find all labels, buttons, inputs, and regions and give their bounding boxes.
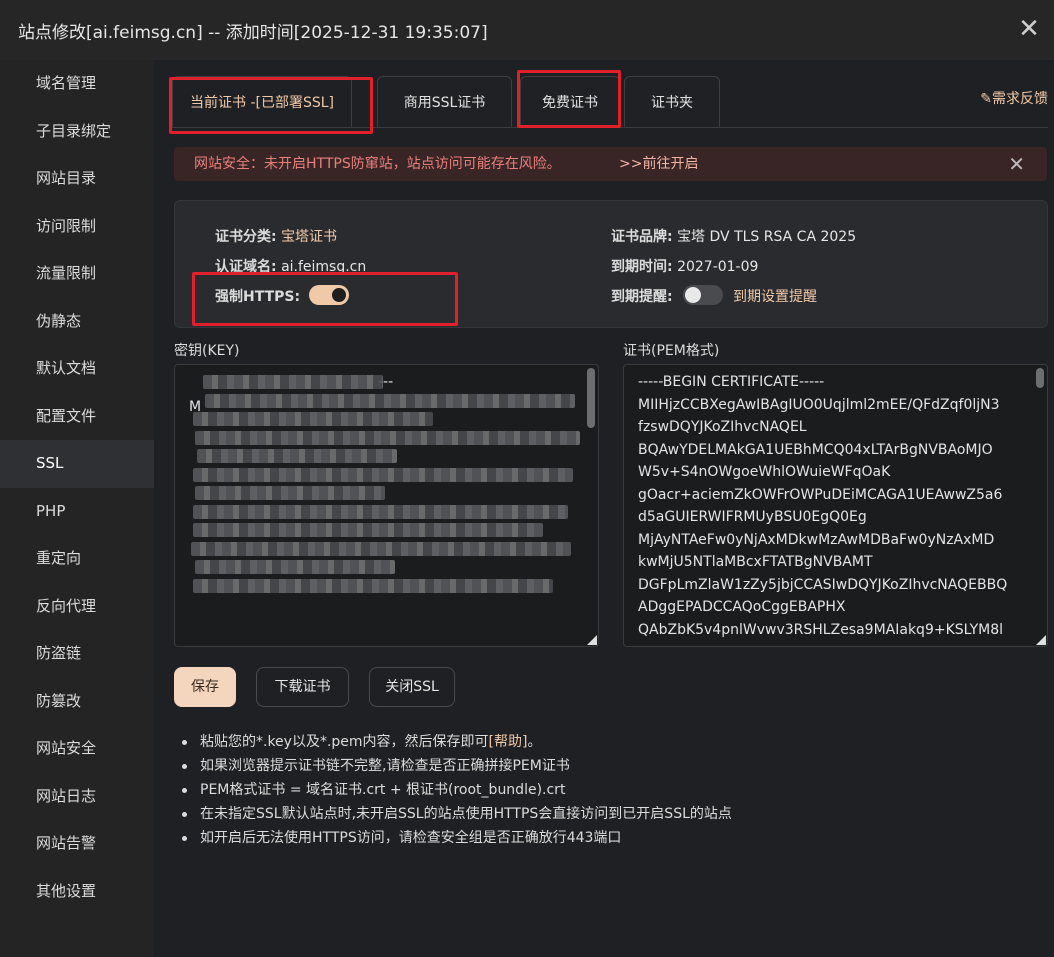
tabs-divider (172, 127, 1048, 128)
cert-category-row: 证书分类: 宝塔证书 (215, 226, 337, 246)
close-icon[interactable]: ✕ (1014, 14, 1044, 44)
tips-list: 粘贴您的*.key以及*.pem内容，然后保存即可[帮助]。 如果浏览器提示证书… (182, 730, 732, 850)
expire-remind-link-row: 到期设置提醒 (733, 286, 817, 306)
cert-brand-label: 证书品牌: (611, 229, 673, 245)
key-redacted-content (189, 365, 580, 597)
cert-line: BQAwYDELMAkGA1UEBhMCQ04xLTArBgNVBAoMJO (638, 441, 993, 458)
sidebar-item-default-doc[interactable]: 默认文档 (0, 345, 154, 393)
title-bar: 站点修改[ai.feimsg.cn] -- 添加时间[2025-12-31 19… (0, 0, 1054, 60)
alert-enable-link[interactable]: >>前往开启 (619, 147, 698, 181)
security-alert: 网站安全：未开启HTTPS防窜站，站点访问可能存在风险。 >>前往开启 ✕ (174, 147, 1047, 181)
tip-text: 粘贴您的*.key以及*.pem内容，然后保存即可 (200, 734, 489, 750)
sidebar-item-traffic-limit[interactable]: 流量限制 (0, 250, 154, 298)
sidebar-item-domain[interactable]: 域名管理 (0, 60, 154, 108)
cert-field-label: 证书(PEM格式) (623, 343, 720, 359)
feedback-link[interactable]: ✎需求反馈 (980, 88, 1048, 108)
close-ssl-button[interactable]: 关闭SSL (369, 667, 455, 707)
cert-brand-row: 证书品牌: 宝塔 DV TLS RSA CA 2025 (611, 226, 856, 246)
cert-line: QAbZbK5v4pnlWvwv3RSHLZesa9MAIakq9+KSLYM8… (638, 621, 1004, 638)
cert-info-panel: 证书分类: 宝塔证书 证书品牌: 宝塔 DV TLS RSA CA 2025 认… (174, 200, 1048, 328)
sidebar-item-security[interactable]: 网站安全 (0, 725, 154, 773)
cert-line: W5v+S4nOWgoeWhlOWuieWFqOaK (638, 464, 891, 480)
tip-item: PEM格式证书 = 域名证书.crt + 根证书(root_bundle).cr… (182, 778, 732, 802)
force-https-label: 强制HTTPS: (215, 289, 301, 305)
tab-cert-folder[interactable]: 证书夹 (624, 76, 720, 128)
save-button[interactable]: 保存 (174, 667, 236, 707)
cert-scrollbar[interactable] (1036, 368, 1044, 388)
help-link[interactable]: [帮助] (489, 734, 528, 750)
cert-expire-value: 2027-01-09 (677, 259, 759, 275)
sidebar-item-config[interactable]: 配置文件 (0, 393, 154, 441)
expire-remind-label: 到期提醒: (611, 289, 673, 305)
sidebar-item-reverse-proxy[interactable]: 反向代理 (0, 583, 154, 631)
cert-textarea[interactable]: -----BEGIN CERTIFICATE----- MIIHjzCCBXegA… (623, 364, 1048, 647)
key-scrollbar[interactable] (587, 368, 595, 428)
feedback-icon: ✎ (980, 91, 992, 107)
tab-commercial-ssl[interactable]: 商用SSL证书 (377, 76, 512, 128)
cert-line: ADggEPADCCAQoCggEBAPHX (638, 599, 846, 615)
force-https-toggle[interactable] (309, 285, 349, 305)
tab-current-cert[interactable]: 当前证书 -[已部署SSL] (172, 76, 352, 128)
sidebar-item-ssl[interactable]: SSL (0, 440, 154, 488)
resize-handle-icon[interactable] (587, 635, 597, 645)
sidebar-item-hotlink[interactable]: 防盗链 (0, 630, 154, 678)
cert-line: gOacr+aciemZkOWFrOWPuDEiMCAGA1UEAwwZ5a6 (638, 486, 1003, 503)
tip-item: 在未指定SSL默认站点时,未开启SSL的站点使用HTTPS会直接访问到已开启SS… (182, 802, 732, 826)
cert-line: DGFpLmZlaW1zZy5jbjCCASIwDQYJKoZIhvcNAQEB… (638, 576, 1008, 593)
cert-category-label: 证书分类: (215, 229, 277, 245)
cert-content: -----BEGIN CERTIFICATE----- MIIHjzCCBXegA… (624, 365, 1047, 641)
key-field-label: 密钥(KEY) (174, 343, 240, 359)
tip-suffix: 。 (527, 734, 542, 750)
alert-text: 网站安全：未开启HTTPS防窜站，站点访问可能存在风险。 (194, 156, 561, 172)
cert-expire-label: 到期时间: (611, 259, 673, 275)
cert-domain-label: 认证域名: (215, 259, 277, 275)
sidebar-item-php[interactable]: PHP (0, 488, 154, 536)
sidebar-item-redirect[interactable]: 重定向 (0, 535, 154, 583)
tip-item: 粘贴您的*.key以及*.pem内容，然后保存即可[帮助]。 (182, 730, 732, 754)
cert-line: MIIHjzCCBXegAwIBAgIUO0Uqjlml2mEE/QFdZqf0… (638, 396, 1000, 413)
feedback-label: 需求反馈 (992, 91, 1048, 107)
expire-remind-link[interactable]: 到期设置提醒 (733, 289, 817, 305)
window-title: 站点修改[ai.feimsg.cn] -- 添加时间[2025-12-31 19… (18, 23, 488, 43)
expire-remind-row: 到期提醒: (611, 286, 673, 306)
force-https-row: 强制HTTPS: (215, 286, 300, 306)
sidebar-item-tamper[interactable]: 防篡改 (0, 678, 154, 726)
toggle-knob (685, 287, 701, 303)
cert-expire-row: 到期时间: 2027-01-09 (611, 256, 758, 276)
alert-close-icon[interactable]: ✕ (1008, 147, 1025, 181)
cert-brand-value: 宝塔 DV TLS RSA CA 2025 (677, 229, 857, 245)
tip-item: 如果浏览器提示证书链不完整,请检查是否正确拼接PEM证书 (182, 754, 732, 778)
tip-item: 如开启后无法使用HTTPS访问，请检查安全组是否正确放行443端口 (182, 826, 732, 850)
sidebar-item-logs[interactable]: 网站日志 (0, 773, 154, 821)
cert-domain-value: ai.feimsg.cn (281, 259, 367, 275)
toggle-knob (332, 288, 346, 302)
expire-remind-toggle[interactable] (683, 285, 723, 305)
key-textarea[interactable]: --- M (174, 364, 599, 647)
sidebar-item-access-limit[interactable]: 访问限制 (0, 203, 154, 251)
sidebar-item-site-dir[interactable]: 网站目录 (0, 155, 154, 203)
cert-line: MjAyNTAeFw0yNjAxMDkwMzAwMDBaFw0yNzAxMD (638, 531, 995, 548)
tab-free-cert[interactable]: 免费证书 (520, 76, 620, 128)
cert-category-value: 宝塔证书 (281, 229, 338, 245)
cert-line: fzswDQYJKoZIhvcNAQEL (638, 419, 807, 435)
cert-line: kwMjU5NTlaMBcxFTATBgNVBAMT (638, 554, 873, 570)
sidebar-item-alerts[interactable]: 网站告警 (0, 820, 154, 868)
sidebar-item-rewrite[interactable]: 伪静态 (0, 298, 154, 346)
cert-line: d5aGUIERWIFRMUyBSU0EgQ0Eg (638, 509, 867, 525)
sidebar-item-other[interactable]: 其他设置 (0, 868, 154, 916)
download-cert-button[interactable]: 下载证书 (256, 667, 349, 707)
cert-domain-row: 认证域名: ai.feimsg.cn (215, 256, 366, 276)
sidebar-item-subdir[interactable]: 子目录绑定 (0, 108, 154, 156)
main-panel: 当前证书 -[已部署SSL] 商用SSL证书 免费证书 证书夹 ✎需求反馈 网站… (154, 60, 1054, 957)
cert-line: -----BEGIN CERTIFICATE----- (638, 374, 825, 390)
sidebar: 域名管理 子目录绑定 网站目录 访问限制 流量限制 伪静态 默认文档 配置文件 … (0, 60, 154, 957)
